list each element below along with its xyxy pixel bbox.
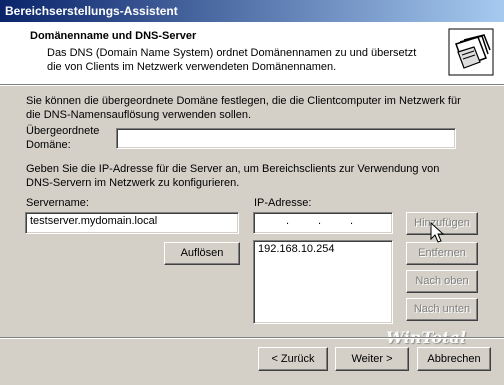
back-button[interactable]: < Zurück	[258, 347, 328, 371]
parent-domain-label-line2: Domäne:	[26, 139, 71, 151]
window-title: Bereichserstellungs-Assistent	[0, 0, 504, 22]
list-item[interactable]: 192.168.10.254	[258, 243, 334, 255]
next-button[interactable]: Weiter >	[335, 347, 409, 371]
move-down-button[interactable]: Nach unten	[406, 298, 478, 321]
parent-domain-label: Übergeordnete Domäne:	[26, 124, 99, 152]
server-name-label: Servername:	[26, 197, 89, 209]
ip-address-label: IP-Adresse:	[254, 197, 312, 209]
server-name-input[interactable]: testserver.mydomain.local	[25, 212, 239, 234]
header-separator	[0, 84, 504, 86]
header-title: Domänenname und DNS-Server	[30, 30, 197, 42]
cancel-button[interactable]: Abbrechen	[417, 347, 491, 371]
dns-server-list[interactable]: 192.168.10.254	[253, 240, 393, 324]
ip-dot-2: .	[318, 215, 322, 227]
mouse-pointer-icon	[430, 222, 444, 243]
remove-button[interactable]: Entfernen	[406, 242, 478, 265]
footer-separator	[0, 337, 504, 339]
parent-domain-label-line1: Übergeordnete	[26, 125, 100, 137]
wizard-header: Domänenname und DNS-Server Das DNS (Doma…	[0, 22, 504, 84]
folder-stack-icon	[448, 28, 494, 76]
ip-address-input[interactable]: . . .	[253, 212, 393, 234]
server-name-value: testserver.mydomain.local	[30, 215, 158, 227]
parent-domain-input[interactable]	[116, 128, 456, 149]
resolve-button[interactable]: Auflösen	[164, 242, 240, 265]
dns-intro-text: Geben Sie die IP-Adresse für die Server …	[26, 163, 440, 189]
domain-intro-text: Sie können die übergeordnete Domäne fest…	[26, 95, 461, 121]
header-description: Das DNS (Domain Name System) ordnet Domä…	[47, 47, 417, 73]
move-up-button[interactable]: Nach oben	[406, 270, 478, 293]
ip-dot-3: .	[350, 215, 354, 227]
ip-dot-1: .	[286, 215, 290, 227]
